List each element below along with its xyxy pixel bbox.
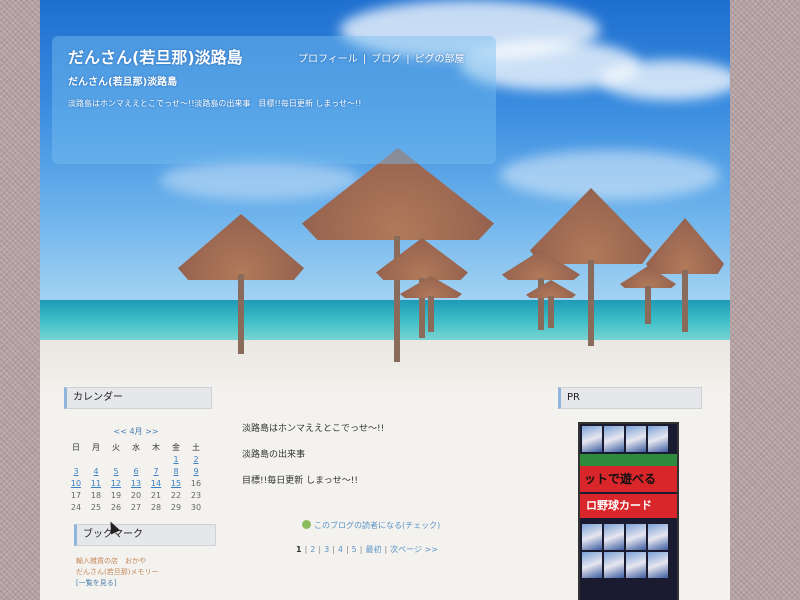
beach-umbrella	[620, 266, 676, 326]
calendar-day[interactable]: 12	[106, 477, 126, 489]
calendar-weekday: 金	[172, 442, 180, 452]
beach-umbrella	[526, 280, 576, 330]
nav-blog-link[interactable]: ブログ	[371, 54, 401, 65]
page-current: 1	[296, 545, 302, 554]
pr-heading: PR	[558, 387, 702, 409]
calendar-day: 27	[130, 502, 142, 512]
pagination: 1 | 2 | 3 | 4 | 5 | 最初 | 次ページ >>	[296, 545, 438, 554]
calendar-day: 16	[190, 478, 202, 488]
calendar-weekday: 火	[112, 442, 120, 452]
pr-banner-text: ットで遊べる	[580, 466, 677, 492]
calendar-heading: カレンダー	[64, 387, 212, 409]
calendar-day[interactable]: 11	[86, 477, 106, 489]
beach-umbrella	[178, 214, 304, 354]
page-next-link[interactable]: 次ページ >>	[390, 545, 438, 554]
calendar-weekday: 木	[152, 442, 160, 452]
calendar-empty-cell	[86, 453, 106, 465]
calendar-day[interactable]: 9	[186, 465, 206, 477]
site-title[interactable]: だんさん(若旦那)淡路島	[68, 44, 243, 68]
calendar-weekday: 月	[92, 442, 100, 452]
calendar-day: 29	[170, 502, 182, 512]
page-link[interactable]: 3	[324, 545, 329, 554]
calendar-day: 24	[70, 502, 82, 512]
calendar-empty-cell	[66, 453, 86, 465]
fabric-border-right	[722, 0, 800, 600]
calendar-day: 30	[190, 502, 202, 512]
calendar-day[interactable]: 4	[86, 465, 106, 477]
beach-umbrella	[400, 276, 462, 336]
bookmark-list-all-link[interactable]: [一覧を見る]	[76, 578, 158, 589]
become-reader-link[interactable]: このブログの読者になる(チェック)	[302, 520, 440, 531]
bookmark-link[interactable]: 輸入雑貨の店 おかや	[76, 556, 158, 567]
bookmark-heading: ブックマーク	[74, 524, 216, 546]
calendar-day[interactable]: 5	[106, 465, 126, 477]
calendar-day[interactable]: 2	[186, 453, 206, 465]
calendar-day[interactable]: 7	[146, 465, 166, 477]
calendar-empty-cell	[126, 453, 146, 465]
calendar-day[interactable]: 1	[166, 453, 186, 465]
calendar-day[interactable]: 3	[66, 465, 86, 477]
calendar-day: 20	[130, 490, 142, 500]
site-tagline: 淡路島はホンマええとこでっせ〜!!淡路島の出来事 目標!!毎日更新 しまっせ〜!…	[68, 99, 362, 108]
calendar-weekday: 日	[72, 442, 80, 452]
calendar-empty-cell	[146, 453, 166, 465]
pr-banner-text: ロ野球カード	[580, 494, 677, 518]
calendar-empty-cell	[106, 453, 126, 465]
calendar-day: 26	[110, 502, 122, 512]
calendar-month-nav[interactable]: << 4月 >>	[66, 426, 206, 437]
calendar-day: 19	[110, 490, 122, 500]
bookmark-list: 輸入雑貨の店 おかや だんさん(若旦那)メモリー [一覧を見る]	[76, 556, 158, 589]
post-body: 淡路島はホンマええとこでっせ〜!! 淡路島の出来事 目標!!毎日更新 しまっせ〜…	[242, 416, 384, 494]
calendar-day[interactable]: 6	[126, 465, 146, 477]
calendar-table: 日月火水木金土 1 2 3 4 5 6 7 8 9 10 11 12 13 14 15 16 17 18 19 20 2…	[66, 441, 206, 513]
nav-pig-room-link[interactable]: ピグの部屋	[415, 54, 465, 65]
calendar-day: 28	[150, 502, 162, 512]
calendar-day: 22	[170, 490, 182, 500]
reader-icon	[302, 520, 311, 529]
calendar-day[interactable]: 10	[66, 477, 86, 489]
page-link[interactable]: 4	[338, 545, 343, 554]
post-line: 淡路島の出来事	[242, 450, 306, 460]
header-nav: プロフィール | ブログ | ピグの部屋	[298, 54, 465, 65]
bookmark-link[interactable]: だんさん(若旦那)メモリー	[76, 567, 158, 578]
site-subtitle: だんさん(若旦那)淡路島	[68, 77, 178, 88]
calendar-widget: << 4月 >> 日月火水木金土 1 2 3 4 5 6 7 8 9 10 11 12 13 14 15 16…	[66, 426, 206, 513]
calendar-day[interactable]: 15	[166, 477, 186, 489]
post-line: 目標!!毎日更新 しまっせ〜!!	[242, 476, 358, 486]
page-first-link[interactable]: 最初	[365, 545, 381, 554]
calendar-weekday: 水	[132, 442, 140, 452]
calendar-day[interactable]: 13	[126, 477, 146, 489]
page-link[interactable]: 5	[352, 545, 357, 554]
pr-banner-ad[interactable]: ットで遊べる ロ野球カード	[578, 422, 679, 600]
calendar-day[interactable]: 14	[146, 477, 166, 489]
nav-profile-link[interactable]: プロフィール	[298, 54, 358, 65]
calendar-weekday: 土	[192, 442, 200, 452]
calendar-day: 18	[90, 490, 102, 500]
blog-page: だんさん(若旦那)淡路島 プロフィール | ブログ | ピグの部屋 だんさん(若旦那)淡…	[40, 0, 730, 600]
calendar-day: 23	[190, 490, 202, 500]
calendar-day: 21	[150, 490, 162, 500]
calendar-day[interactable]: 8	[166, 465, 186, 477]
calendar-day: 17	[70, 490, 82, 500]
calendar-day: 25	[90, 502, 102, 512]
page-link[interactable]: 2	[310, 545, 315, 554]
post-line: 淡路島はホンマええとこでっせ〜!!	[242, 424, 385, 434]
